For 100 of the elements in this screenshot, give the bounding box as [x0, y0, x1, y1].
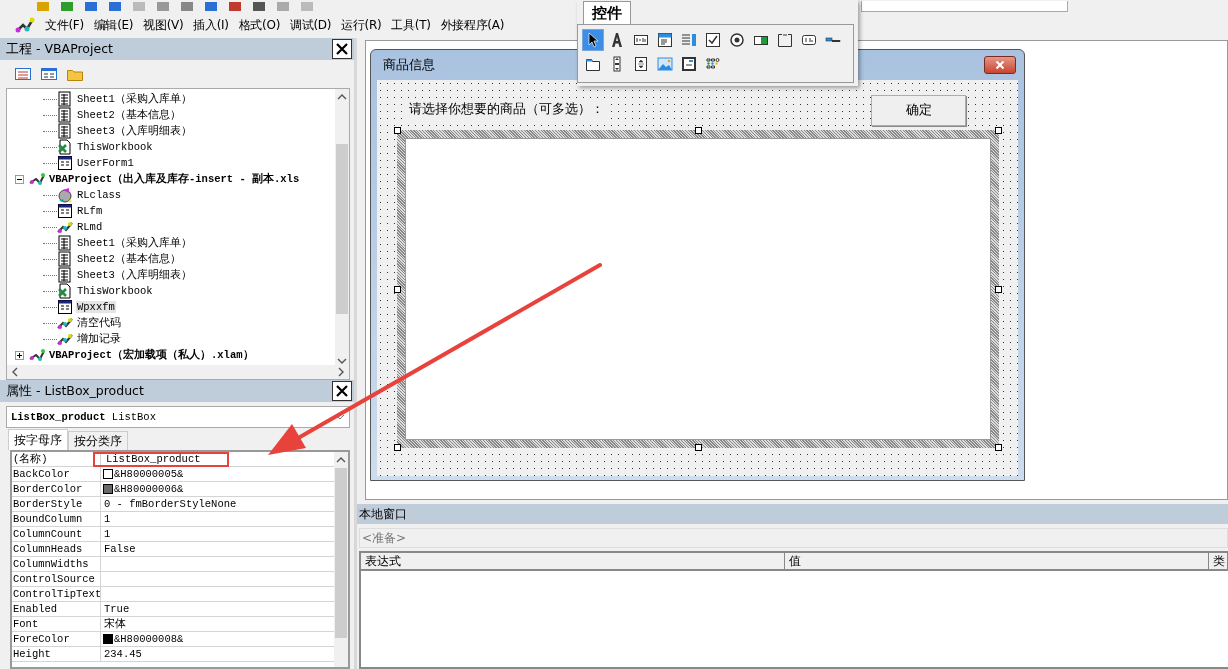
tree-item[interactable]: RLmd: [76, 221, 104, 233]
property-name[interactable]: Enabled: [12, 602, 101, 616]
tool-button[interactable]: [582, 29, 604, 51]
resize-handle[interactable]: [394, 286, 401, 293]
scrollbar-thumb[interactable]: [336, 144, 348, 314]
menu-item[interactable]: 外接程序(A): [435, 16, 510, 34]
close-button[interactable]: [984, 56, 1016, 74]
resize-handle[interactable]: [695, 127, 702, 134]
resize-handle[interactable]: [394, 444, 401, 451]
close-icon: [995, 60, 1005, 70]
toolbar-icon[interactable]: [60, 2, 74, 12]
property-value[interactable]: ListBox_product: [93, 452, 229, 467]
close-button[interactable]: [332, 39, 352, 59]
column-header[interactable]: 类: [1209, 553, 1228, 569]
checkbox-icon: [705, 32, 721, 48]
scroll-right-icon[interactable]: [337, 367, 345, 377]
view-code-button[interactable]: [14, 66, 32, 82]
tree-item[interactable]: Sheet3（入库明细表）: [76, 268, 193, 282]
tree-item[interactable]: RLclass: [76, 189, 123, 201]
tree-item[interactable]: Sheet2（基本信息）: [76, 252, 182, 266]
tree-item[interactable]: 清空代码: [76, 316, 122, 330]
tree-item[interactable]: Sheet1（采购入库单）: [76, 92, 193, 106]
horizontal-scrollbar[interactable]: [7, 365, 349, 379]
resize-handle[interactable]: [695, 444, 702, 451]
property-name[interactable]: BorderStyle: [12, 497, 101, 511]
tree-item[interactable]: Wpxxfm: [76, 301, 116, 313]
tree-item[interactable]: Sheet3（入库明细表）: [76, 124, 193, 138]
property-name[interactable]: ForeColor: [12, 632, 101, 646]
property-value[interactable]: 234.45: [104, 648, 142, 660]
expander-toggle[interactable]: [15, 350, 24, 360]
resize-handle[interactable]: [995, 444, 1002, 451]
property-name[interactable]: BorderColor: [12, 482, 101, 496]
tree-item[interactable]: ThisWorkbook: [76, 285, 154, 297]
scroll-up-icon[interactable]: [336, 456, 346, 464]
vertical-scrollbar[interactable]: [334, 452, 348, 667]
toolbar-icon[interactable]: [252, 2, 266, 12]
resize-handle[interactable]: [995, 286, 1002, 293]
property-value[interactable]: &H80000008&: [114, 633, 184, 645]
property-value[interactable]: 0 - fmBorderStyleNone: [104, 498, 237, 510]
scroll-down-icon[interactable]: [337, 357, 347, 365]
property-value[interactable]: True: [104, 603, 130, 615]
tree-item[interactable]: VBAProject（宏加载项（私人）.xlam）: [48, 348, 255, 362]
property-name[interactable]: ControlTipText: [12, 587, 101, 601]
object-dropdown[interactable]: ListBox_product ListBox: [6, 406, 350, 428]
property-value[interactable]: False: [104, 543, 136, 555]
property-value[interactable]: &H80000006&: [114, 483, 184, 495]
menu-item[interactable]: 视图(V): [138, 16, 189, 34]
tree-item[interactable]: Sheet2（基本信息）: [76, 108, 182, 122]
toolbar-icon[interactable]: [180, 2, 194, 12]
tab[interactable]: 按字母序: [8, 429, 68, 450]
menu-item[interactable]: 编辑(E): [88, 16, 139, 34]
expander-toggle[interactable]: [15, 174, 24, 184]
form-title: 商品信息: [383, 56, 435, 74]
property-value[interactable]: 1: [104, 513, 124, 525]
resize-handle[interactable]: [995, 127, 1002, 134]
property-name[interactable]: Font: [12, 617, 101, 631]
property-name[interactable]: ColumnCount: [12, 527, 101, 541]
close-button[interactable]: [332, 381, 352, 401]
tree-item[interactable]: ThisWorkbook: [76, 141, 154, 153]
property-value[interactable]: 1: [104, 528, 124, 540]
worksheet-icon: [57, 123, 73, 139]
scroll-up-icon[interactable]: [337, 93, 347, 101]
menu-item[interactable]: 插入(I): [188, 16, 234, 34]
confirm-button[interactable]: 确定: [871, 94, 966, 126]
toolbar-icon[interactable]: [84, 2, 98, 12]
toolbar-icon[interactable]: [228, 2, 242, 12]
tree-item[interactable]: RLfm: [76, 205, 104, 217]
menu-item[interactable]: 运行(R): [336, 16, 387, 34]
menu-item[interactable]: 格式(O): [233, 16, 286, 34]
property-name[interactable]: ColumnWidths: [12, 557, 101, 571]
property-name[interactable]: BoundColumn: [12, 512, 101, 526]
property-name[interactable]: ColumnHeads: [12, 542, 101, 556]
tab[interactable]: 按分类序: [68, 431, 128, 450]
scroll-left-icon[interactable]: [11, 367, 19, 377]
column-header[interactable]: 值: [785, 553, 1209, 569]
toolbar-icon[interactable]: [204, 2, 218, 12]
tree-item[interactable]: Sheet1（采购入库单）: [76, 236, 193, 250]
view-object-button[interactable]: [40, 66, 58, 82]
resize-handle[interactable]: [394, 127, 401, 134]
worksheet-icon: [57, 91, 73, 107]
property-name[interactable]: ControlSource: [12, 572, 101, 586]
workbook-icon: [57, 283, 73, 299]
property-name[interactable]: Height: [12, 647, 101, 661]
toolbar-icon[interactable]: [108, 2, 122, 12]
column-header[interactable]: 表达式: [361, 553, 785, 569]
property-name[interactable]: (名称): [12, 452, 101, 467]
menu-item[interactable]: 文件(F): [40, 16, 89, 34]
vertical-scrollbar[interactable]: [335, 89, 349, 365]
property-name[interactable]: BackColor: [12, 467, 101, 481]
combo-field[interactable]: [861, 1, 1068, 12]
tree-item[interactable]: 增加记录: [76, 332, 122, 346]
project-icon: [29, 171, 45, 187]
property-value[interactable]: &H80000005&: [114, 468, 184, 480]
property-value[interactable]: 宋体: [104, 618, 126, 630]
menu-item[interactable]: 调试(D): [285, 16, 337, 34]
toolbox-tab[interactable]: 控件: [583, 1, 631, 24]
menu-item[interactable]: 工具(T): [386, 16, 436, 34]
tree-item[interactable]: VBAProject（出入库及库存-insert - 副本.xls: [48, 172, 301, 186]
tree-item[interactable]: UserForm1: [76, 157, 135, 169]
scrollbar-thumb[interactable]: [335, 468, 347, 638]
